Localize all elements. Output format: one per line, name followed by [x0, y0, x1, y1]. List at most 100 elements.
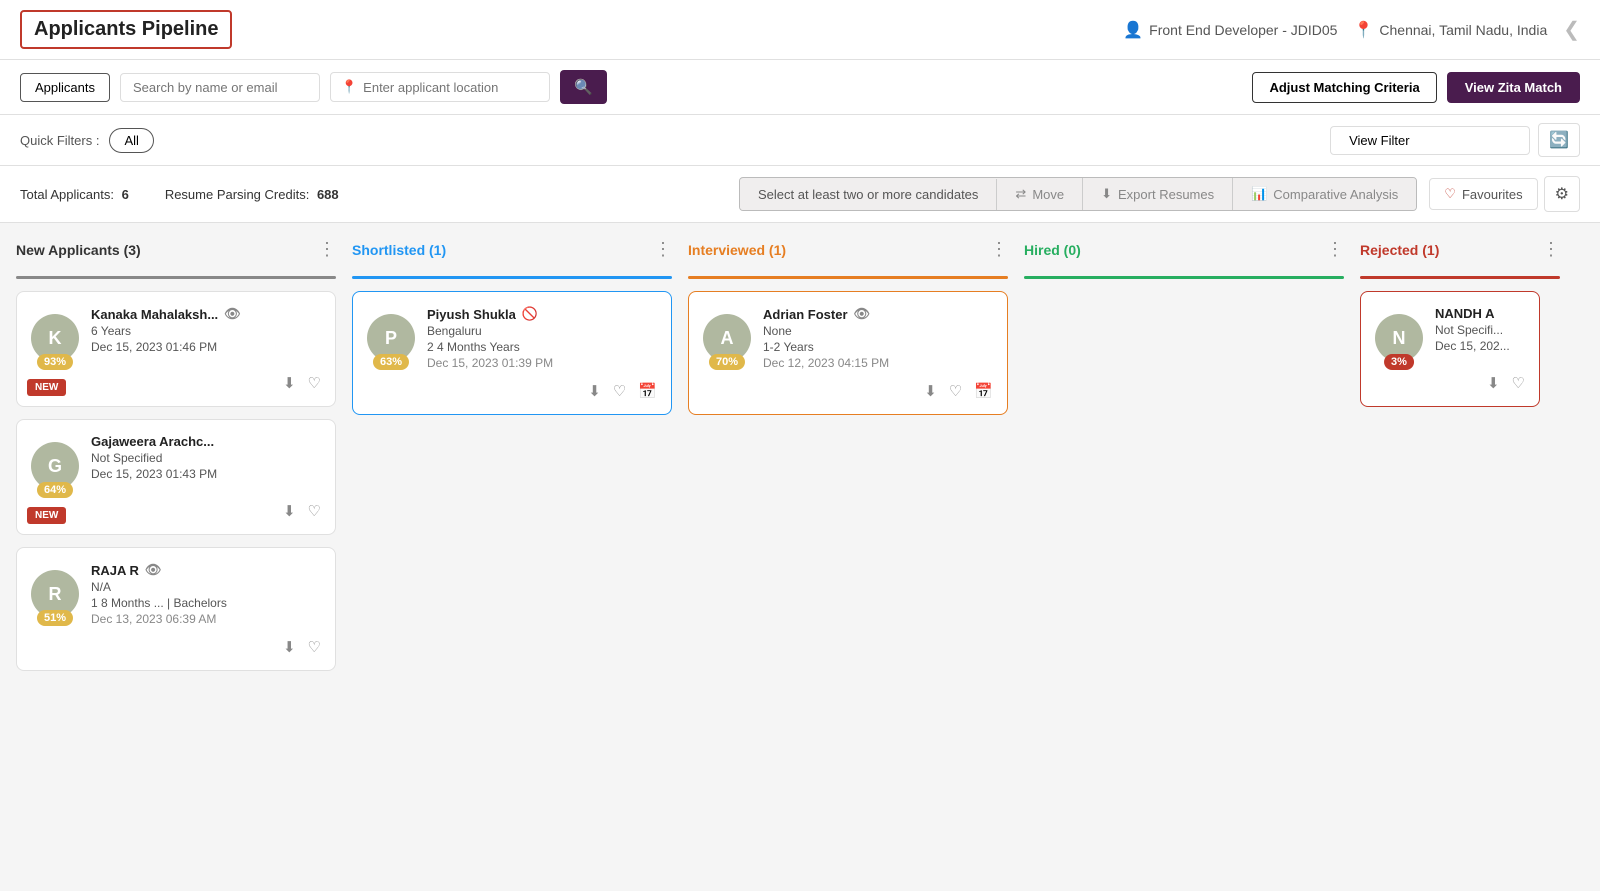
- applicant-card[interactable]: K93%Kanaka Mahalaksh...👁6 YearsDec 15, 2…: [16, 291, 336, 407]
- download-resume-icon[interactable]: ⬇: [283, 374, 296, 392]
- card-top: K93%Kanaka Mahalaksh...👁6 YearsDec 15, 2…: [31, 306, 321, 362]
- score-badge: 70%: [709, 354, 745, 370]
- card-date: Dec 13, 2023 06:39 AM: [91, 612, 321, 626]
- location-input-wrap: 📍: [330, 72, 550, 102]
- card-actions: ⬇♡: [31, 638, 321, 656]
- column-new: New Applicants (3) ⋮ K93%Kanaka Mahalaksh.…: [16, 239, 336, 683]
- toolbar: Applicants 📍 🔍 Adjust Matching Criteria …: [0, 60, 1600, 115]
- column-interviewed: Interviewed (1)⋮A70%Adrian Foster👁None1-…: [688, 239, 1008, 427]
- favourite-icon[interactable]: ♡: [308, 374, 321, 392]
- eye-slash-icon[interactable]: 🚫: [522, 306, 538, 322]
- applicant-name: Adrian Foster: [763, 307, 848, 322]
- adjust-matching-button[interactable]: Adjust Matching Criteria: [1252, 72, 1436, 103]
- col-title-new: New Applicants (3): [16, 242, 141, 258]
- score-badge: 93%: [37, 354, 73, 370]
- favourite-icon[interactable]: ♡: [308, 502, 321, 520]
- col-dots-shortlisted[interactable]: ⋮: [654, 239, 672, 260]
- filters-row: Quick Filters : All View Filter 🔄: [0, 115, 1600, 166]
- applicant-card[interactable]: P63%Piyush Shukla🚫Bengaluru2 4 Months Ye…: [352, 291, 672, 415]
- column-hired: Hired (0) ⋮: [1024, 239, 1344, 291]
- refresh-icon[interactable]: 🔄: [1538, 123, 1580, 157]
- eye-icon[interactable]: 👁: [145, 562, 162, 578]
- col-dots-hired[interactable]: ⋮: [1326, 239, 1344, 260]
- export-action[interactable]: ⬇ Export Resumes: [1083, 178, 1233, 210]
- avatar: A70%: [703, 314, 751, 362]
- col-divider-new: [16, 276, 336, 279]
- card-experience: Dec 15, 202...: [1435, 339, 1525, 353]
- move-action[interactable]: ⇄ Move: [997, 178, 1083, 210]
- column-shortlisted: Shortlisted (1)⋮P63%Piyush Shukla🚫Bengal…: [352, 239, 672, 427]
- col-dots-new[interactable]: ⋮: [318, 239, 336, 260]
- tab-applicants[interactable]: Applicants: [20, 73, 110, 102]
- select-candidates-info: Select at least two or more candidates: [740, 179, 997, 210]
- job-info: 👤 Front End Developer - JDID05: [1123, 20, 1337, 40]
- card-date: Dec 12, 2023 04:15 PM: [763, 356, 993, 370]
- card-info: Piyush Shukla🚫Bengaluru2 4 Months YearsD…: [427, 306, 657, 370]
- col-divider-rejected: [1360, 276, 1560, 279]
- header-right: 👤 Front End Developer - JDID05 📍 Chennai…: [1123, 17, 1580, 42]
- chart-icon: 📊: [1251, 186, 1267, 202]
- avatar: N3%: [1375, 314, 1423, 362]
- search-input[interactable]: [120, 73, 320, 102]
- card-info: Adrian Foster👁None1-2 YearsDec 12, 2023 …: [763, 306, 993, 370]
- card-top: G64%Gajaweera Arachc...Not SpecifiedDec …: [31, 434, 321, 490]
- col-divider-shortlisted: [352, 276, 672, 279]
- score-badge: 63%: [373, 354, 409, 370]
- applicant-name: Piyush Shukla: [427, 307, 516, 322]
- view-zita-match-button[interactable]: View Zita Match: [1447, 72, 1580, 103]
- favourite-icon[interactable]: ♡: [308, 638, 321, 656]
- move-icon: ⇄: [1015, 186, 1026, 202]
- total-applicants-label: Total Applicants: 6: [20, 187, 129, 202]
- card-info: RAJA R👁N/A1 8 Months ... | BachelorsDec …: [91, 562, 321, 626]
- pin-icon: 📍: [1353, 20, 1373, 40]
- col-header-rejected: Rejected (1)⋮: [1360, 239, 1560, 268]
- new-badge: NEW: [27, 507, 66, 524]
- card-actions: ⬇♡: [31, 502, 321, 520]
- applicant-card[interactable]: A70%Adrian Foster👁None1-2 YearsDec 12, 2…: [688, 291, 1008, 415]
- card-name: RAJA R 👁: [91, 562, 321, 578]
- location-input[interactable]: [363, 80, 539, 95]
- heart-icon: ♡: [1444, 186, 1456, 202]
- download-resume-icon[interactable]: ⬇: [1487, 374, 1500, 392]
- analysis-action[interactable]: 📊 Comparative Analysis: [1233, 178, 1416, 210]
- calendar-icon[interactable]: 📅: [974, 382, 993, 400]
- favourite-icon[interactable]: ♡: [949, 382, 962, 400]
- download-resume-icon[interactable]: ⬇: [924, 382, 937, 400]
- collapse-arrow[interactable]: ❮: [1563, 17, 1580, 42]
- favourite-icon[interactable]: ♡: [1512, 374, 1525, 392]
- card-top: A70%Adrian Foster👁None1-2 YearsDec 12, 2…: [703, 306, 993, 370]
- card-actions: ⬇ ♡ 📅: [367, 382, 657, 400]
- card-location: Not Specified: [91, 451, 321, 465]
- calendar-icon[interactable]: 📅: [638, 382, 657, 400]
- card-name: Gajaweera Arachc...: [91, 434, 321, 449]
- card-name: Adrian Foster 👁: [763, 306, 993, 322]
- col-title-shortlisted: Shortlisted (1): [352, 242, 446, 258]
- applicant-card[interactable]: R51%RAJA R👁N/A1 8 Months ... | Bachelors…: [16, 547, 336, 671]
- applicant-card[interactable]: G64%Gajaweera Arachc...Not SpecifiedDec …: [16, 419, 336, 535]
- download-resume-icon[interactable]: ⬇: [283, 502, 296, 520]
- download-resume-icon[interactable]: ⬇: [588, 382, 601, 400]
- card-actions: ⬇ ♡ 📅: [703, 382, 993, 400]
- favourites-button[interactable]: ♡ Favourites: [1429, 178, 1537, 210]
- col-dots-interviewed[interactable]: ⋮: [990, 239, 1008, 260]
- action-bar-main: Select at least two or more candidates ⇄…: [739, 177, 1417, 211]
- col-dots-rejected[interactable]: ⋮: [1542, 239, 1560, 260]
- applicant-name: NANDH A: [1435, 306, 1494, 321]
- card-name: Piyush Shukla 🚫: [427, 306, 657, 322]
- settings-button[interactable]: ⚙: [1544, 176, 1580, 212]
- eye-icon[interactable]: 👁: [224, 306, 241, 322]
- applicant-card[interactable]: N3%NANDH ANot Specifi...Dec 15, 202...⬇♡: [1360, 291, 1540, 407]
- filter-all-button[interactable]: All: [109, 128, 153, 153]
- col-title-hired: Hired (0): [1024, 242, 1081, 258]
- job-title: Front End Developer - JDID05: [1149, 22, 1337, 38]
- download-resume-icon[interactable]: ⬇: [283, 638, 296, 656]
- view-filter-button[interactable]: View Filter: [1330, 126, 1530, 155]
- download-icon: ⬇: [1101, 186, 1112, 202]
- applicant-name: RAJA R: [91, 563, 139, 578]
- search-button[interactable]: 🔍: [560, 70, 607, 104]
- eye-icon[interactable]: 👁: [854, 306, 871, 322]
- header: Applicants Pipeline 👤 Front End Develope…: [0, 0, 1600, 60]
- score-badge: 3%: [1384, 354, 1414, 370]
- favourite-icon[interactable]: ♡: [613, 382, 626, 400]
- col-divider-interviewed: [688, 276, 1008, 279]
